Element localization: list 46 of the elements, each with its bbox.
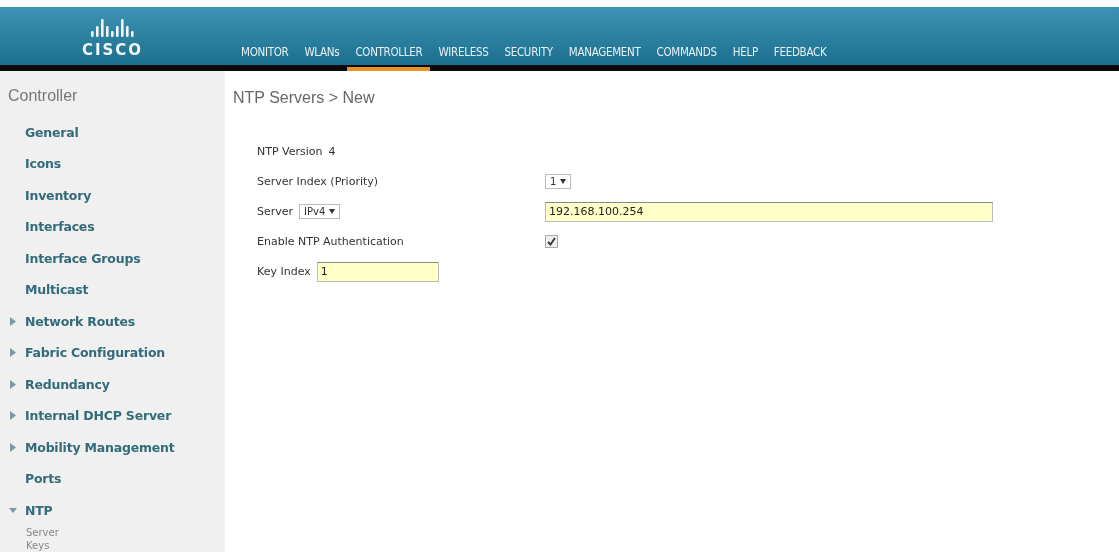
nav-tab[interactable]: HELP: [724, 44, 766, 71]
logo-text: CISCO: [81, 40, 144, 59]
sidebar-item[interactable]: Mobility Management: [25, 439, 175, 455]
auth-checkbox[interactable]: [545, 235, 558, 248]
sidebar-title: Controller: [8, 86, 79, 105]
field-label: Enable NTP Authentication: [257, 235, 404, 248]
nav-tab[interactable]: MONITOR: [233, 44, 297, 71]
sidebar-item[interactable]: Network Routes: [25, 313, 136, 329]
field-label: Key Index: [257, 265, 311, 278]
nav-tab[interactable]: COMMANDS: [648, 44, 725, 71]
nav-tab[interactable]: MANAGEMENT: [560, 44, 649, 71]
server-address-field[interactable]: 192.168.100.254: [545, 201, 993, 222]
dropdown-caret-icon: [560, 179, 567, 184]
nav-tab[interactable]: WLANs: [296, 44, 348, 71]
sidebar-item[interactable]: Interface Groups: [25, 250, 141, 266]
nav-tab[interactable]: WIRELESS: [430, 44, 497, 71]
sidebar-item[interactable]: Redundancy: [25, 376, 110, 392]
field-label: Server Index (Priority): [257, 175, 379, 188]
sidebar-subitem[interactable]: Keys: [8, 539, 225, 552]
dropdown-caret-icon: [329, 209, 336, 214]
collapsed-arrow-icon[interactable]: [8, 316, 18, 326]
nav-tab[interactable]: SECURITY: [496, 44, 561, 71]
collapsed-arrow-icon[interactable]: [8, 379, 18, 389]
nav-tab[interactable]: CONTROLLER: [347, 44, 431, 71]
sidebar-item[interactable]: Fabric Configuration: [25, 345, 165, 361]
sidebar-item[interactable]: Icons: [25, 156, 61, 172]
sidebar-item[interactable]: NTP: [25, 502, 53, 518]
sidebar-subitem[interactable]: Server: [8, 526, 225, 539]
page-title: NTP Servers > New: [233, 88, 376, 107]
expanded-arrow-icon[interactable]: [8, 505, 18, 515]
sidebar-item[interactable]: Ports: [25, 471, 62, 487]
sidebar-item[interactable]: Multicast: [25, 282, 89, 298]
priority-dropdown[interactable]: 1: [545, 174, 572, 189]
collapsed-arrow-icon[interactable]: [8, 348, 18, 358]
field-label: Server: [257, 205, 294, 218]
sidebar-item[interactable]: Inventory: [25, 187, 92, 203]
key-index-field[interactable]: 1: [316, 261, 439, 282]
address-type-dropdown[interactable]: IPv4: [299, 204, 341, 219]
collapsed-arrow-icon[interactable]: [8, 442, 18, 452]
sidebar-item[interactable]: Interfaces: [25, 219, 95, 235]
field-label: NTP Version: [257, 145, 323, 158]
collapsed-arrow-icon[interactable]: [8, 411, 18, 421]
nav-tab[interactable]: FEEDBACK: [765, 44, 835, 71]
sidebar-item[interactable]: General: [25, 124, 79, 140]
sidebar-item[interactable]: Internal DHCP Server: [25, 408, 172, 424]
field-value: 4: [328, 145, 336, 158]
